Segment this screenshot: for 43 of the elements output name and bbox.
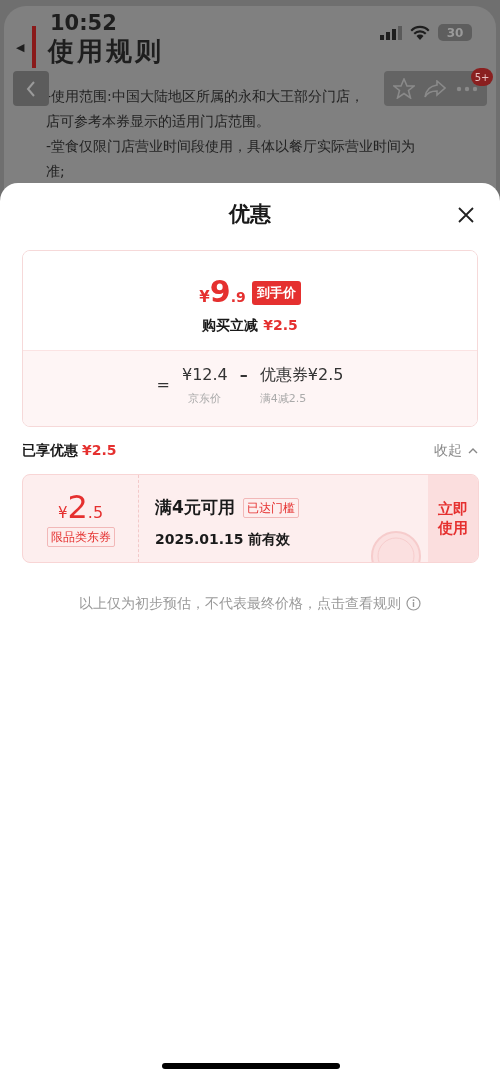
signal-icon <box>380 25 402 40</box>
disclaimer-link[interactable]: 以上仅为初步预估，不代表最终价格，点击查看规则 <box>79 593 401 614</box>
wifi-icon <box>410 25 430 40</box>
star-icon[interactable] <box>392 78 415 99</box>
close-button[interactable] <box>456 205 476 225</box>
back-icon[interactable] <box>26 80 36 97</box>
coupon-validity: 2025.01.15 前有效 <box>155 529 291 549</box>
rule-text: -使用范围:中国大陆地区所属的永和大王部分门店， <box>46 87 364 106</box>
threshold-tag: 已达门槛 <box>242 497 299 518</box>
back-to-app-link[interactable]: ◀ <box>16 40 25 57</box>
info-icon[interactable] <box>406 596 421 611</box>
discount-label: 购买立减 <box>202 315 259 335</box>
coupon-value-integer: 2 <box>67 490 88 524</box>
enjoyed-label: 已享优惠 <box>22 441 78 460</box>
currency-sign: ¥ <box>199 288 210 308</box>
price-decimal: .9 <box>230 288 246 307</box>
back-button[interactable] <box>13 71 49 106</box>
coupon-value-decimal: .5 <box>87 502 104 524</box>
equals-sign: = <box>156 374 170 397</box>
base-price: ¥12.4 <box>182 364 228 386</box>
discount-amount: ¥2.5 <box>263 315 298 335</box>
page-title: 使用规则 <box>48 35 164 68</box>
final-price-tag: 到手价 <box>251 281 301 305</box>
rule-text: 准; <box>46 162 65 181</box>
rule-text: 店可参考本券显示的适用门店范围。 <box>46 112 270 131</box>
coupon-price: 优惠券¥2.5 <box>259 364 344 386</box>
coupon-rule: 满4减2.5 <box>259 391 307 407</box>
share-icon[interactable] <box>424 79 447 98</box>
base-price-label: 京东价 <box>188 391 222 407</box>
status-time: 10:52 <box>50 10 117 37</box>
more-icon[interactable] <box>456 85 479 92</box>
battery-icon: 30 <box>438 24 472 41</box>
use-now-button[interactable]: 立即使用 <box>428 475 478 562</box>
caret-icon <box>468 447 478 454</box>
collapse-toggle[interactable]: 收起 <box>434 440 478 461</box>
minus-sign: – <box>239 364 248 386</box>
enjoyed-amount: ¥2.5 <box>82 441 117 460</box>
rule-text: -堂食仅限门店营业时间段使用，具体以餐厅实际营业时间为 <box>46 137 416 156</box>
coupon-type-tag: 限品类东券 <box>46 527 115 547</box>
price-integer: 9 <box>209 277 231 307</box>
coupon-title: 满4元可用 <box>155 496 235 519</box>
sheet-title: 优惠 <box>229 201 271 228</box>
coupon-currency: ¥ <box>57 504 68 524</box>
